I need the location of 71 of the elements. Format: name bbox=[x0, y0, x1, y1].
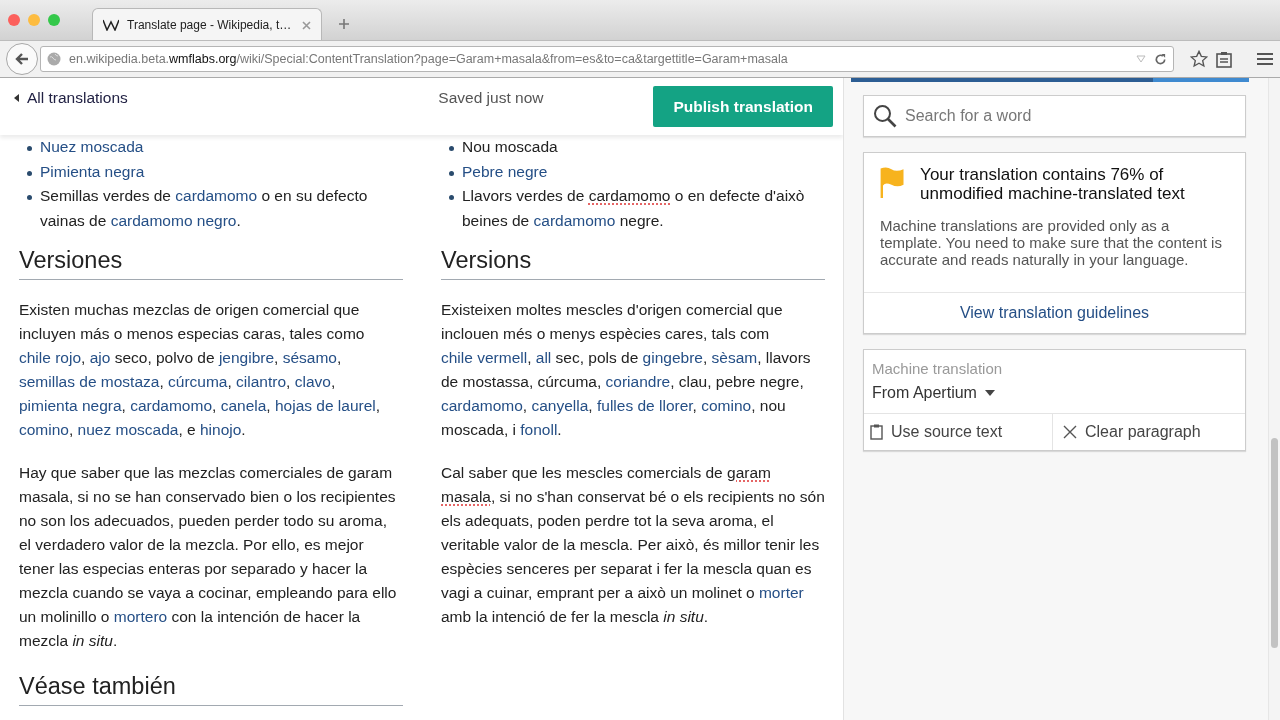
link[interactable]: morter bbox=[758, 584, 804, 602]
bullet-icon bbox=[449, 170, 454, 176]
paragraph: Existen muchas mezclas de origen comercial que incluyen más o menos especias caras, tales como chile rojo, ajo seco, polvo de jengibre, sésamo, semillas de mostaza, cúrcuma, cilantro, clavo, pimienta negra, cardamomo, canela, hojas de laurel, comino, nuez moscada, e hinojo. bbox=[19, 300, 382, 441]
section-heading: Véase también bbox=[19, 672, 403, 707]
machine-translation-label: Machine translation bbox=[872, 359, 1004, 379]
link[interactable]: pimienta negra bbox=[19, 397, 122, 415]
link[interactable]: jengibre bbox=[218, 349, 275, 367]
link[interactable]: semillas de mostaza bbox=[19, 373, 160, 391]
link[interactable]: gingebre bbox=[642, 349, 703, 367]
all-translations-link[interactable]: All translations bbox=[14, 86, 128, 110]
browser-tab[interactable]: Translate page - Wikipedia, t… bbox=[92, 8, 322, 40]
star-icon[interactable] bbox=[1190, 50, 1208, 68]
link[interactable]: ajo bbox=[89, 349, 111, 367]
paragraph: Hay que saber que las mezclas comerciales de garam masala, si no se han conservado bien o los recipientes no son los adecuados, pueden perder todo su aroma, el verdadero valor de la mezcla. Por ello, es mejor tener las especias enteras por separado y hacer la mezcla cuando se vaya a cocinar, empleando para ello un molinillo o mortero con la intención de hacer la mezcla in situ. bbox=[19, 463, 398, 652]
menu-icon[interactable] bbox=[1256, 52, 1274, 66]
list-item-text: Semillas verdes de cardamomo o en su defecto vainas de cardamomo negro. bbox=[40, 186, 369, 231]
warning-message: Machine translations are provided only as a template. You need to make sure that the content is accurate and reads naturally in your language. bbox=[879, 216, 1223, 270]
link[interactable]: sésamo bbox=[282, 349, 337, 367]
use-source-button[interactable]: Use source text bbox=[864, 413, 1052, 450]
bullet-icon bbox=[449, 195, 454, 200]
section-heading: Versiones bbox=[19, 246, 403, 281]
url-text: en.wikipedia.beta.wmflabs.org/wiki/Special:ContentTranslation?page=Garam+masala&from=es&to=ca&targettitle=Garam+masala bbox=[69, 50, 789, 68]
link[interactable]: nuez moscada bbox=[77, 421, 179, 439]
link[interactable]: hojas de laurel bbox=[274, 397, 376, 415]
link[interactable]: cardamomo bbox=[441, 397, 523, 415]
paragraph: Cal saber que les mescles comercials de garam masala, si no s'han conservat bé o els recipients no són els adequats, poden perdre tot la seva aroma, el veritable valor de la mescla. Per això, és millor tenir les espècies senceres per separat i fer la mescla quan es vagi a cuinar, emprant per a això un molinet o morter amb la intenció de fer la mescla in situ. bbox=[441, 463, 825, 628]
link[interactable]: Nuez moscada bbox=[40, 138, 144, 155]
bullet-icon bbox=[27, 195, 32, 200]
link[interactable]: clavo bbox=[294, 373, 331, 391]
link[interactable]: cardamomo bbox=[175, 187, 258, 204]
link[interactable]: coriandre bbox=[605, 373, 671, 391]
list-item-text: Llavors verdes de cardamomo o en defecte d'això beines de cardamomo negre. bbox=[462, 186, 806, 231]
clipboard-icon[interactable] bbox=[1216, 50, 1232, 68]
provider-dropdown[interactable]: From Apertium bbox=[872, 380, 995, 405]
link[interactable]: cardamomo bbox=[533, 211, 616, 229]
link[interactable]: sèsam bbox=[711, 349, 758, 367]
scrollbar[interactable] bbox=[1268, 78, 1280, 720]
caret-icon bbox=[14, 93, 19, 102]
link[interactable]: comino bbox=[19, 421, 69, 439]
link[interactable]: fulles de llorer bbox=[596, 397, 693, 415]
back-arrow-icon bbox=[14, 51, 30, 67]
dropdown-icon[interactable] bbox=[1136, 55, 1146, 63]
reload-icon[interactable] bbox=[1154, 52, 1167, 66]
link[interactable]: chile bbox=[441, 349, 478, 367]
link[interactable]: cardamomo bbox=[130, 397, 212, 415]
warning-title: Your translation contains 76% of unmodified machine-translated text bbox=[920, 164, 1186, 205]
link[interactable]: vermell bbox=[477, 349, 528, 367]
link[interactable]: mortero bbox=[113, 608, 168, 626]
bullet-icon bbox=[27, 170, 32, 176]
address-bar[interactable]: en.wikipedia.beta.wmflabs.org/wiki/Special:ContentTranslation?page=Garam+masala&from=es&to=ca&targettitle=Garam+masala bbox=[40, 46, 1174, 72]
close-window-button[interactable] bbox=[8, 14, 20, 26]
link[interactable]: cardamomo negro bbox=[110, 211, 237, 229]
link[interactable]: cúrcuma bbox=[168, 373, 228, 391]
section-heading: Versions bbox=[441, 246, 825, 281]
link[interactable]: Pebre negre bbox=[462, 162, 548, 180]
new-tab-icon[interactable] bbox=[338, 18, 350, 30]
link[interactable]: all bbox=[535, 349, 552, 367]
search-icon bbox=[873, 104, 897, 128]
clear-paragraph-button[interactable]: Clear paragraph bbox=[1052, 413, 1245, 450]
list-item-text: Nou moscada bbox=[462, 137, 558, 157]
save-status: Saved just now bbox=[438, 88, 544, 108]
caret-icon bbox=[984, 389, 995, 396]
back-button[interactable] bbox=[6, 43, 38, 75]
paragraph: Existeixen moltes mescles d'origen comercial que inclouen més o menys espècies cares, tals com chile vermell, all sec, pols de gingebre, sèsam, llavors de mostassa, cúrcuma, coriandre, clau, pebre negre, cardamomo, canyella, fulles de llorer, comino, nou moscada, i fonoll. bbox=[441, 300, 812, 441]
zoom-window-button[interactable] bbox=[48, 14, 60, 26]
globe-icon bbox=[47, 52, 61, 66]
bullet-icon bbox=[27, 146, 32, 151]
guidelines-link[interactable]: View translation guidelines bbox=[959, 304, 1150, 321]
bullet-icon bbox=[449, 146, 454, 151]
link[interactable]: Pimienta negra bbox=[40, 162, 145, 180]
search-field[interactable]: Search for a word bbox=[863, 95, 1246, 137]
